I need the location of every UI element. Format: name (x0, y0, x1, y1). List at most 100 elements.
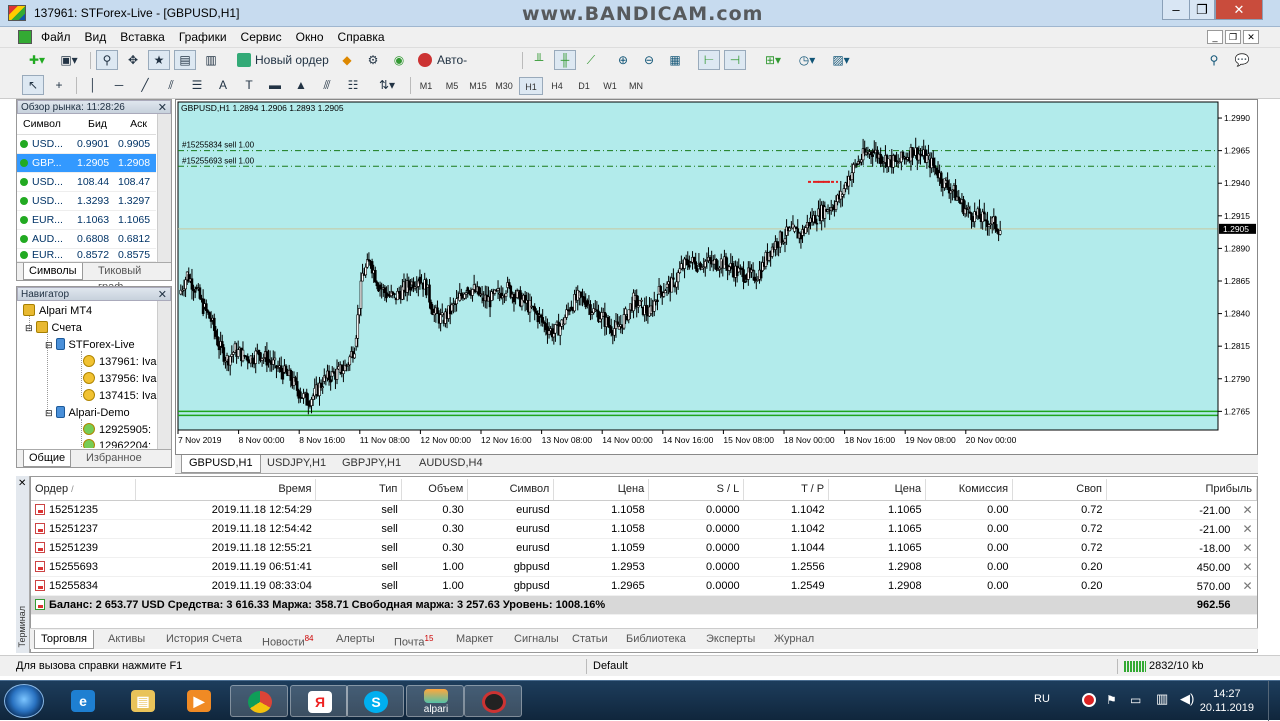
timeframe-m1[interactable]: M1 (414, 77, 438, 95)
menu-view[interactable]: Вид (78, 27, 114, 47)
menu-insert[interactable]: Вставка (113, 27, 172, 47)
col-profit[interactable]: Прибыль (1106, 479, 1257, 501)
taskbar-ie[interactable]: e (54, 685, 112, 717)
close-order-icon[interactable]: ✕ (1242, 560, 1252, 574)
fibonacci-icon[interactable]: ☰ (186, 75, 208, 95)
tab-symbols[interactable]: Символы (23, 263, 83, 280)
mw-header-bid[interactable]: Бид (74, 114, 115, 135)
nav-node-root[interactable]: Alpari MT4 (23, 304, 92, 317)
navigator-close-icon[interactable]: ✕ (158, 288, 167, 302)
mw-row[interactable]: EUR... 1.1063 1.1065 (17, 210, 156, 230)
timeframe-h4[interactable]: H4 (545, 77, 569, 95)
taskbar-explorer[interactable]: ▤ (114, 685, 172, 717)
nav-node-account[interactable]: 137956: Iva (83, 372, 157, 385)
navigator-scrollbar[interactable] (157, 301, 171, 449)
periods-icon[interactable]: ◷▾ (792, 50, 822, 70)
timeframe-m30[interactable]: M30 (492, 77, 516, 95)
collapse-icon[interactable]: ⊟ (45, 340, 53, 350)
zoom-in-icon[interactable]: ⊕ (612, 50, 634, 70)
templates-icon[interactable]: ▨▾ (826, 50, 856, 70)
minimize-button[interactable]: – (1162, 0, 1190, 20)
menu-tools[interactable]: Сервис (234, 27, 289, 47)
chart-shift-icon[interactable]: ⊢ (698, 50, 720, 70)
market-watch-icon[interactable]: ⚲ (96, 50, 118, 70)
mw-row-selected[interactable]: GBP... 1.2905 1.2908 (17, 153, 156, 173)
terminal-tab[interactable]: Алерты (330, 630, 381, 649)
market-watch-close-icon[interactable]: ✕ (158, 101, 167, 115)
mw-row[interactable]: USD... 108.44 108.47 (17, 172, 156, 192)
cursor-icon[interactable]: ↖ (22, 75, 44, 95)
autoscroll-icon[interactable]: ⊣ (724, 50, 746, 70)
trendline-icon[interactable]: ╱ (134, 75, 156, 95)
mdi-minimize-button[interactable]: _ (1207, 30, 1223, 44)
candlestick-chart-icon[interactable]: ╫ (554, 50, 576, 70)
taskbar-alpari[interactable]: alpari (406, 685, 464, 717)
mdi-close-button[interactable]: ✕ (1243, 30, 1259, 44)
terminal-tab[interactable]: Сигналы (508, 630, 565, 649)
text-label-icon[interactable]: T (238, 75, 260, 95)
chart-tab-usdjpy[interactable]: USDJPY,H1 (260, 455, 333, 473)
terminal-tab[interactable]: Маркет (450, 630, 499, 649)
strategy-tester-icon[interactable]: ▥ (200, 50, 222, 70)
close-order-icon[interactable]: ✕ (1242, 579, 1252, 593)
terminal-tab[interactable]: Активы (102, 630, 151, 649)
col-price[interactable]: Цена (553, 479, 650, 501)
crosshair-icon[interactable]: + (48, 75, 70, 95)
nav-node-account[interactable]: 137961: Iva (83, 355, 157, 368)
terminal-tab[interactable]: Эксперты (700, 630, 761, 649)
nav-node-account[interactable]: 12925905: (83, 423, 151, 436)
market-watch-scrollbar[interactable] (157, 114, 171, 262)
options-icon[interactable]: ⚙ (362, 50, 384, 70)
terminal-icon[interactable]: ▤ (174, 50, 196, 70)
col-order[interactable]: Ордер / (31, 479, 137, 501)
timeframe-m15[interactable]: M15 (466, 77, 490, 95)
autotrading-button[interactable]: Авто-торговля (414, 50, 514, 85)
timeframe-w1[interactable]: W1 (598, 77, 622, 95)
col-current-price[interactable]: Цена (828, 479, 927, 501)
terminal-tab[interactable]: Журнал (768, 630, 820, 649)
timeframe-h1[interactable]: H1 (519, 77, 543, 95)
nav-node-account[interactable]: 12962204: (83, 439, 151, 448)
terminal-tab[interactable]: Новости84 (256, 630, 320, 649)
tab-tick-chart[interactable]: Тиковый граф (93, 263, 171, 293)
mdi-restore-button[interactable]: ❐ (1225, 30, 1241, 44)
order-row[interactable]: 15251235 2019.11.18 12:54:29 sell 0.30 eurus… (31, 500, 1257, 520)
taskbar-skype[interactable]: S (346, 685, 404, 717)
mw-row[interactable]: EUR... 0.8572 0.8575 (17, 248, 156, 262)
collapse-icon[interactable]: ⊟ (45, 408, 53, 418)
terminal-tab[interactable]: Библиотека (620, 630, 692, 649)
price-chart[interactable]: #15255834 sell 1.00 #15255693 sell 1.00 1.… (176, 100, 1257, 454)
menu-file[interactable]: Файл (34, 27, 78, 47)
chart-tab-gbpjpy[interactable]: GBPJPY,H1 (335, 455, 408, 473)
chart-tab-audusd[interactable]: AUDUSD,H4 (412, 455, 490, 473)
terminal-tab[interactable]: Торговля (34, 630, 94, 649)
mw-row[interactable]: USD... 1.3293 1.3297 (17, 191, 156, 211)
nav-node-account[interactable]: 137415: Iva (83, 389, 157, 402)
order-row[interactable]: 15251237 2019.11.18 12:54:42 sell 0.30 eurus… (31, 519, 1257, 539)
tab-general[interactable]: Общие (23, 450, 72, 467)
terminal-tab[interactable]: Почта15 (388, 630, 439, 649)
mw-row[interactable]: USD... 0.9901 0.9905 (17, 134, 156, 154)
taskbar-media[interactable]: ▶ (170, 685, 228, 717)
show-desktop-button[interactable] (1268, 681, 1280, 721)
language-indicator[interactable]: RU (1034, 693, 1050, 705)
menu-charts[interactable]: Графики (172, 27, 234, 47)
col-commission[interactable]: Комиссия (925, 479, 1014, 501)
rectangle-icon[interactable]: ▬ (264, 75, 286, 95)
tab-favorites[interactable]: Избранное (81, 450, 147, 467)
clock[interactable]: 14:27 20.11.2019 (1200, 687, 1254, 715)
new-chart-icon[interactable]: ✚▾ (22, 50, 52, 70)
signals-icon[interactable]: ◉ (388, 50, 410, 70)
tray-flag-icon[interactable]: ⚑ (1106, 693, 1117, 707)
terminal-tab[interactable]: Статьи (566, 630, 614, 649)
collapse-icon[interactable]: ⊟ (25, 323, 33, 333)
andrews-pitchfork-icon[interactable]: ⫻ (316, 75, 338, 95)
channel-icon[interactable]: ⫽ (160, 75, 182, 95)
mw-header-ask[interactable]: Аск (115, 114, 156, 135)
tile-windows-icon[interactable]: ▦ (664, 50, 686, 70)
tray-network-icon[interactable]: ▥ (1156, 691, 1168, 707)
search-icon[interactable]: ⚲ (1204, 50, 1224, 70)
mw-row[interactable]: AUD... 0.6808 0.6812 (17, 229, 156, 249)
nav-node-accounts[interactable]: ⊟ Счета (25, 321, 82, 334)
terminal-tab[interactable]: История Счета (160, 630, 248, 649)
